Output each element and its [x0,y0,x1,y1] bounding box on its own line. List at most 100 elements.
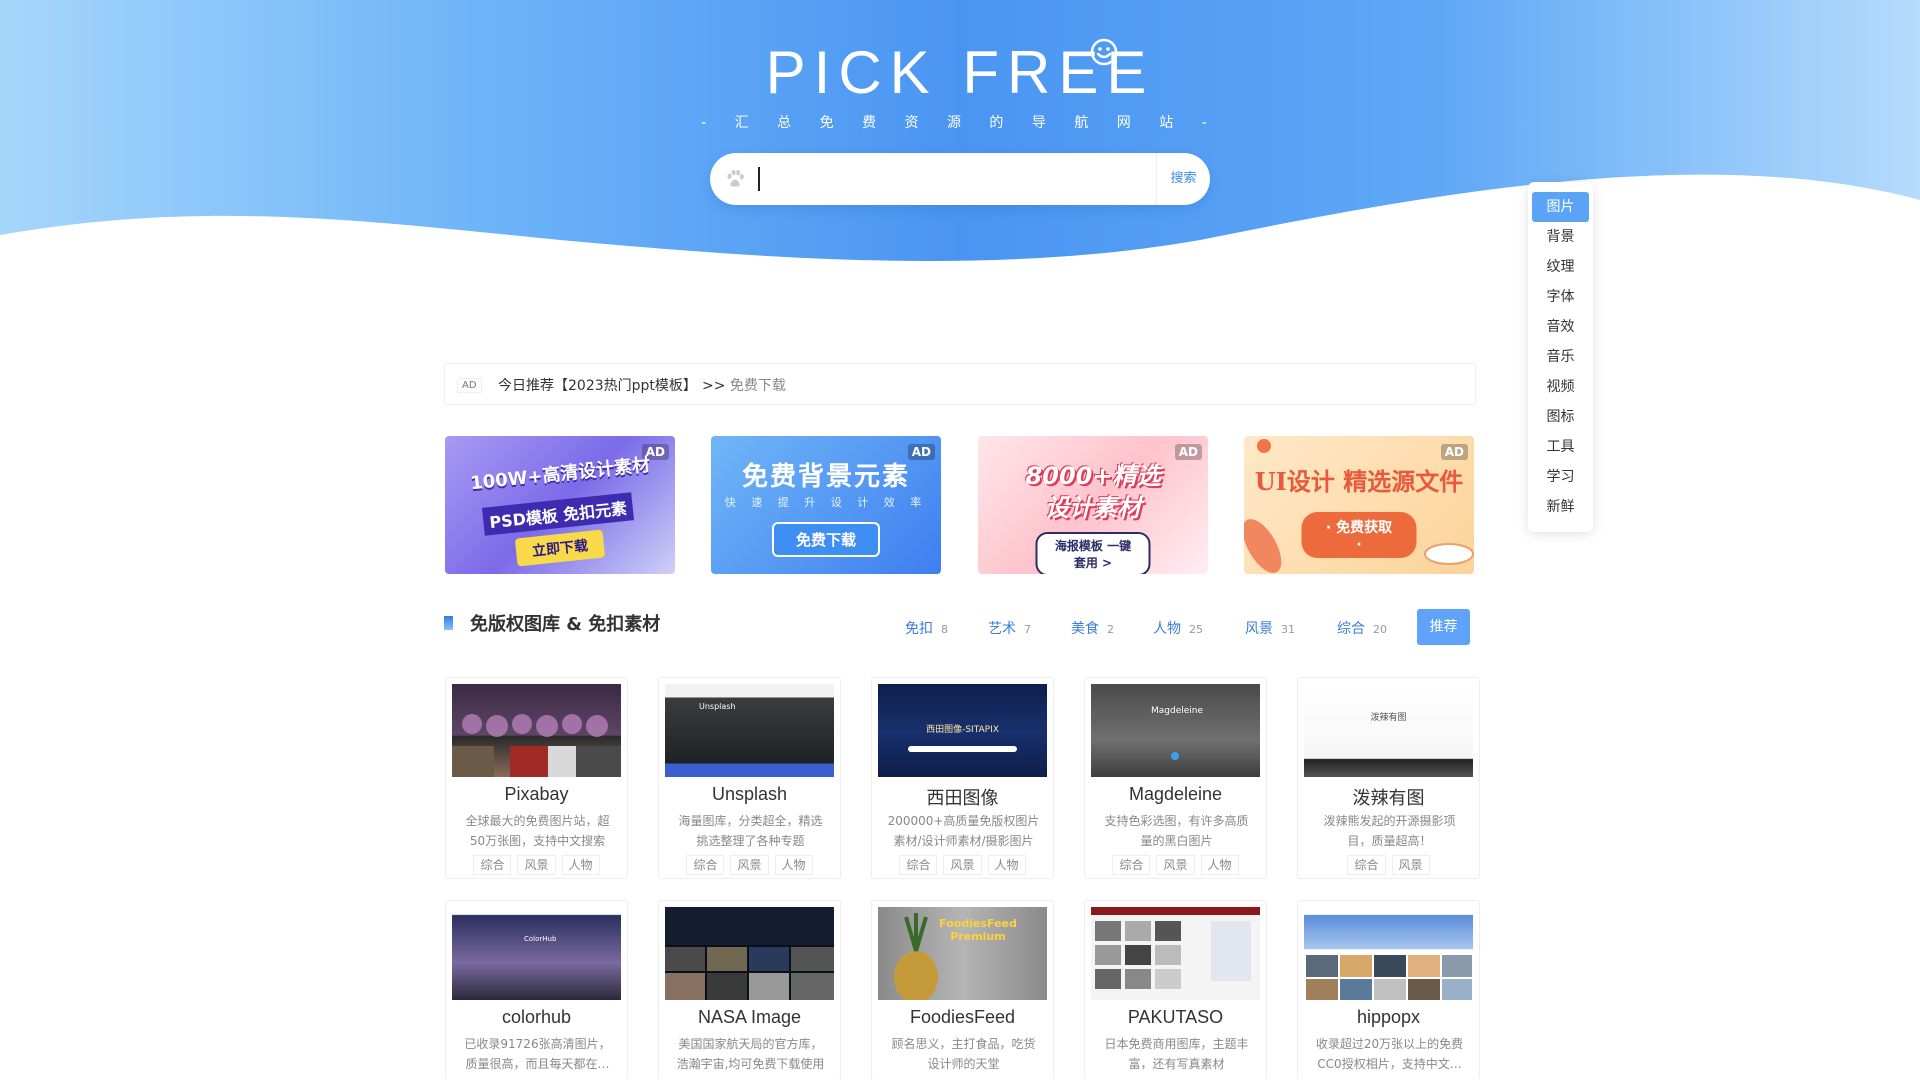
card-tag[interactable]: 风景 [730,855,769,875]
side-nav-item-sound-effects[interactable]: 音效 [1528,312,1593,342]
side-nav-item-fonts[interactable]: 字体 [1528,282,1593,312]
paw-icon[interactable] [724,168,746,190]
resource-card-hippopx[interactable]: hippopx 收录超过20万张以上的免费CC0授权相片，支持中文… [1297,900,1480,1080]
screenshot-label: Unsplash [699,702,736,711]
tab-count: 8 [941,623,948,636]
resource-card-pakutaso[interactable]: PAKUTASO 日本免费商用图库，主题丰富，还有写真素材 [1084,900,1267,1080]
site-screenshot: FoodiesFeed Premium [878,907,1047,1000]
card-tag[interactable]: 人物 [774,855,813,875]
banner-subline: 设计素材 [1045,494,1141,522]
screenshot-label: Magdeleine [1151,706,1204,716]
resource-card-foodiesfeed[interactable]: FoodiesFeed Premium FoodiesFeed 顾名思义，主打食… [871,900,1054,1080]
tab-art[interactable]: 艺术 7 [988,618,1031,638]
search-box: 搜索 [710,153,1210,205]
side-nav-item-learning[interactable]: 学习 [1528,462,1593,492]
banner-headline: UI设计 精选源文件 [1254,467,1464,496]
search-input[interactable] [758,167,1138,191]
screenshot-art [1091,907,1260,989]
card-title: Pixabay [504,784,569,804]
smile-icon [1090,38,1118,66]
screenshot-art [665,907,834,1000]
tab-cutout[interactable]: 免扣 8 [905,618,948,638]
side-nav-item-textures[interactable]: 纹理 [1528,252,1593,282]
card-tags: 综合 风景 人物 [659,855,840,875]
ad-banner-selected-assets[interactable]: AD 8000+精选 设计素材 海报模板 一键套用 > [978,436,1208,574]
section-title: 免版权图库 & 免扣素材 [444,610,660,636]
banner-download-button[interactable]: 立即下载 [514,529,606,567]
resource-card-colorhub[interactable]: ColorHub colorhub 已收录91726张高清图片，质量很高，而且每… [445,900,628,1080]
tab-food[interactable]: 美食 2 [1071,618,1114,638]
card-tag[interactable]: 综合 [473,855,512,875]
site-screenshot [1091,907,1260,1000]
card-title: 泼辣有图 [1352,788,1425,808]
banner-headline: 8000+精选 [1025,462,1161,490]
screenshot-label: 泼辣有图 [1370,713,1407,723]
card-title: PAKUTASO [1127,1007,1224,1027]
side-nav-item-icons[interactable]: 图标 [1528,402,1593,432]
resource-card-nasa-image[interactable]: NASA Image 美国国家航天局的官方库，浩瀚宇宙,均可免费下载使用 [658,900,841,1080]
card-tags: 综合 风景 人物 [446,855,627,875]
card-tag[interactable]: 风景 [1156,855,1195,875]
screenshot-label: 西田图像-SITAPIX [926,725,999,735]
banner-template-button[interactable]: 海报模板 一键套用 > [1035,532,1151,574]
tab-count: 2 [1107,623,1114,636]
card-tag[interactable]: 综合 [1112,855,1151,875]
card-tag[interactable]: 风景 [943,855,982,875]
tab-count: 31 [1281,623,1295,636]
side-nav-item-new[interactable]: 新鲜 [1528,492,1593,522]
notice-text[interactable]: 今日推荐【2023热门ppt模板】 [498,375,697,395]
site-screenshot: Magdeleine [1091,684,1260,777]
tab-scenery[interactable]: 风景 31 [1245,618,1295,638]
card-description: 已收录91726张高清图片，质量很高，而且每天都在… [464,1037,611,1071]
card-description: 收录超过20万张以上的免费CC0授权相片，支持中文… [1315,1037,1464,1071]
side-nav-item-backgrounds[interactable]: 背景 [1528,222,1593,252]
side-nav-item-tools[interactable]: 工具 [1528,432,1593,462]
card-tag[interactable]: 人物 [1200,855,1239,875]
brand-title: PICK FREE [765,39,1155,106]
side-nav-item-images[interactable]: 图片 [1532,192,1589,222]
card-tag[interactable]: 综合 [686,855,725,875]
ad-banner-design-assets[interactable]: AD 100W+高清设计素材 PSD模板 免扣元素 立即下载 [445,436,675,574]
side-nav-item-music[interactable]: 音乐 [1528,342,1593,372]
notice-download-link[interactable]: >> 免费下载 [702,375,786,395]
ad-banner-ui-source-files[interactable]: AD UI设计 精选源文件 · 免费获取 · [1244,436,1474,574]
tab-label: 综合 [1337,621,1365,637]
site-screenshot: 泼辣有图 [1304,684,1473,777]
tab-label: 人物 [1153,621,1181,637]
resource-card-pixabay[interactable]: Pixabay 全球最大的免费图片站，超50万张图，支持中文搜索 综合 风景 人物 [445,677,628,879]
brand-subtitle: - 汇 总 免 费 资 源 的 导 航 网 站 - [701,115,1219,131]
site-screenshot [1304,907,1473,1000]
card-title: NASA Image [697,1007,802,1027]
tab-count: 25 [1189,623,1203,636]
resource-card-polayoutu[interactable]: 泼辣有图 泼辣有图 泼辣熊发起的开源摄影项目，质量超高！ 综合 风景 [1297,677,1480,879]
banner-headline: 100W+高清设计素材 [469,454,652,495]
resource-card-unsplash[interactable]: Unsplash Unsplash 海量图库，分类超全，精选挑选整理了各种专题 … [658,677,841,879]
card-tag[interactable]: 综合 [899,855,938,875]
card-tag[interactable]: 人物 [561,855,600,875]
card-tag[interactable]: 综合 [1347,855,1386,875]
card-description: 顾名思义，主打食品，吃货设计师的天堂 [891,1037,1036,1071]
site-screenshot: 西田图像-SITAPIX [878,684,1047,777]
tab-general[interactable]: 综合 20 [1337,618,1387,638]
screenshot-label: FoodiesFeed Premium [939,917,1017,943]
resource-card-magdeleine[interactable]: Magdeleine Magdeleine 支持色彩选图，有许多高质量的黑白图片… [1084,677,1267,879]
screenshot-art [1306,955,1472,1000]
site-screenshot: ColorHub [452,907,621,1000]
search-button[interactable]: 搜索 [1156,153,1210,205]
tab-recommended[interactable]: 推荐 [1417,609,1470,645]
resource-card-sitapix[interactable]: 西田图像-SITAPIX 西田图像 200000+高质量免版权图片素材/设计师素… [871,677,1054,879]
tab-count: 7 [1024,623,1031,636]
tab-label: 艺术 [988,621,1016,637]
section-title-text: 免版权图库 & 免扣素材 [470,614,661,635]
banner-get-button[interactable]: · 免费获取 · [1301,512,1417,558]
card-tag[interactable]: 人物 [987,855,1026,875]
tab-count: 20 [1373,623,1387,636]
notice-link-text[interactable]: 免费下载 [730,378,786,394]
ad-banner-background-elements[interactable]: AD 免费背景元素 快 速 提 升 设 计 效 率 免费下载 [711,436,941,574]
card-tag[interactable]: 风景 [517,855,556,875]
side-nav-item-video[interactable]: 视频 [1528,372,1593,402]
card-title: 西田图像 [926,788,999,808]
banner-download-button[interactable]: 免费下载 [771,522,881,557]
card-tag[interactable]: 风景 [1391,855,1430,875]
tab-people[interactable]: 人物 25 [1153,618,1203,638]
